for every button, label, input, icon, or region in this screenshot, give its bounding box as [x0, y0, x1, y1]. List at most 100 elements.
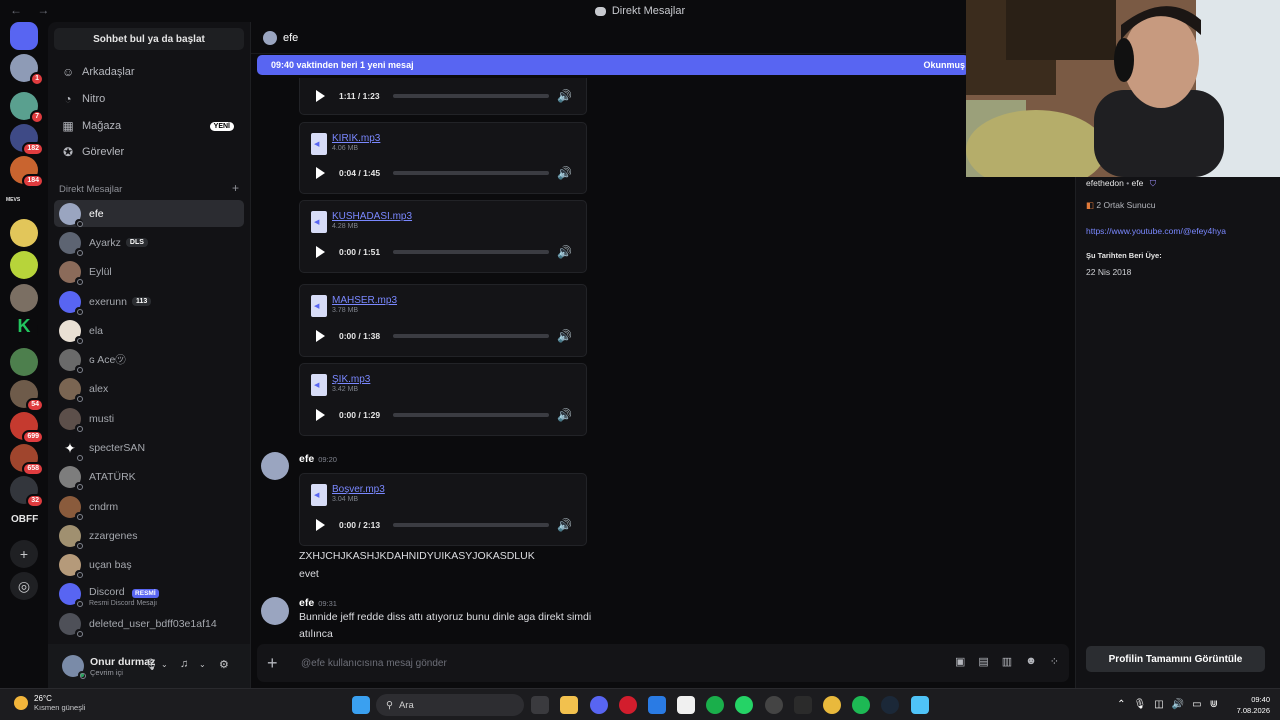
dm-item[interactable]: Discord RESMİ Resmi Discord Mesajı: [54, 578, 244, 610]
nav-shop[interactable]: ▦ Mağaza YENİ: [54, 113, 244, 139]
nav-friends[interactable]: ☺ Arkadaşlar: [54, 59, 244, 85]
server-11[interactable]: 658: [10, 444, 44, 476]
seek-bar[interactable]: [393, 94, 550, 98]
user-avatar[interactable]: [62, 655, 86, 679]
volume-icon[interactable]: 🔊: [557, 166, 572, 180]
dm-item[interactable]: ATATÜRK: [54, 463, 244, 490]
home-button[interactable]: [10, 22, 38, 50]
nav-nitro[interactable]: ◔ Nitro: [54, 86, 244, 112]
store-icon[interactable]: [677, 696, 695, 714]
profile-link[interactable]: https://www.youtube.com/@efey4hya: [1086, 226, 1226, 236]
dm-item[interactable]: ɢ Ace㋡: [54, 346, 244, 373]
message-author[interactable]: efe: [299, 453, 314, 465]
file-link[interactable]: MAHSER.mp3: [332, 295, 397, 306]
dm-item[interactable]: musti: [54, 405, 244, 432]
nav-arrows[interactable]: ← →: [10, 3, 55, 17]
microphone-icon[interactable]: 🎙: [1134, 699, 1147, 710]
file-link[interactable]: Boşver.mp3: [332, 484, 385, 495]
server-8[interactable]: [10, 348, 38, 376]
volume-icon[interactable]: 🔊: [557, 329, 572, 343]
play-icon[interactable]: [316, 409, 325, 421]
sticker-icon[interactable]: ▥: [1002, 655, 1012, 668]
dm-item[interactable]: alex: [54, 375, 244, 402]
epic-games-icon[interactable]: [794, 696, 812, 714]
server-kick[interactable]: K: [10, 316, 38, 344]
discover-icon[interactable]: ◎: [10, 572, 38, 600]
volume-icon[interactable]: 🔊: [1172, 699, 1184, 710]
server-3[interactable]: 182: [10, 124, 44, 156]
attach-plus-icon[interactable]: +: [267, 653, 287, 674]
file-link[interactable]: ŞIK.mp3: [332, 374, 370, 385]
server-5[interactable]: [10, 219, 38, 247]
message-avatar[interactable]: [261, 597, 289, 625]
chevron-up-icon[interactable]: ⌃: [1117, 699, 1125, 710]
server-4[interactable]: 184: [10, 156, 44, 188]
microphone-icon[interactable]: 🎙: [144, 658, 158, 671]
dm-item[interactable]: uçan baş: [54, 551, 244, 578]
chrome-icon[interactable]: [823, 696, 841, 714]
volume-icon[interactable]: 🔊: [557, 408, 572, 422]
server-10[interactable]: 699: [10, 412, 44, 444]
battery-icon[interactable]: ▭: [1192, 699, 1201, 710]
gif-icon[interactable]: ▤: [978, 655, 988, 668]
start-icon[interactable]: [352, 696, 370, 714]
mail-icon[interactable]: [648, 696, 666, 714]
seek-bar[interactable]: [393, 334, 550, 338]
opera-icon[interactable]: [619, 696, 637, 714]
server-7[interactable]: [10, 284, 38, 312]
taskbar-search[interactable]: ⚲ Ara: [376, 694, 524, 716]
weather-widget[interactable]: 26°C Kısmen güneşli: [14, 694, 85, 712]
dm-item[interactable]: efe: [54, 200, 244, 227]
view-full-profile-button[interactable]: Profilin Tamamını Görüntüle: [1086, 646, 1265, 672]
dm-item[interactable]: exerunn 113: [54, 288, 244, 315]
notepad-icon[interactable]: [911, 696, 929, 714]
seek-bar[interactable]: [393, 413, 550, 417]
volume-icon[interactable]: 🔊: [557, 245, 572, 259]
dm-item[interactable]: zzargenes: [54, 522, 244, 549]
server-2[interactable]: 7: [10, 92, 44, 124]
chevron-down-icon[interactable]: ⌄: [161, 660, 168, 669]
dm-item[interactable]: Ayarkz DLS: [54, 229, 244, 256]
mutual-servers[interactable]: ◧ 2 Ortak Sunucu: [1086, 200, 1155, 211]
message-avatar[interactable]: [261, 452, 289, 480]
server-12[interactable]: 32: [10, 476, 44, 508]
dm-item[interactable]: ✦ specterSAN: [54, 434, 244, 461]
obs-icon[interactable]: [765, 696, 783, 714]
find-conversation-button[interactable]: Sohbet bul ya da başlat: [54, 28, 244, 50]
server-9[interactable]: 54: [10, 380, 44, 412]
chevron-down-icon[interactable]: ⌄: [199, 660, 206, 669]
xbox-icon[interactable]: [706, 696, 724, 714]
discord-app-icon[interactable]: [590, 696, 608, 714]
play-icon[interactable]: [316, 167, 325, 179]
new-messages-banner[interactable]: 09:40 vaktinden beri 1 yeni mesaj Okunmu…: [257, 55, 969, 75]
whatsapp-icon[interactable]: [735, 696, 753, 714]
play-icon[interactable]: [316, 519, 325, 531]
file-link[interactable]: KUSHADASI.mp3: [332, 211, 412, 222]
dm-item[interactable]: ela: [54, 317, 244, 344]
play-icon[interactable]: [316, 246, 325, 258]
mark-read-button[interactable]: Okunmuş: [923, 60, 965, 70]
file-explorer-icon[interactable]: [560, 696, 578, 714]
dm-item[interactable]: deleted_user_bdff03e1af14: [54, 610, 244, 637]
play-icon[interactable]: [316, 330, 325, 342]
seek-bar[interactable]: [393, 250, 550, 254]
network-icon[interactable]: ◫: [1154, 699, 1163, 710]
clock[interactable]: 09:40 7.08.2026: [1237, 694, 1270, 716]
settings-gear-icon[interactable]: ⚙: [219, 658, 229, 671]
server-mevs[interactable]: MEVS: [6, 197, 20, 203]
emoji-icon[interactable]: ☻: [1025, 655, 1037, 668]
volume-icon[interactable]: 🔊: [557, 89, 572, 103]
spotify-icon[interactable]: [852, 696, 870, 714]
dm-item[interactable]: Eylül: [54, 258, 244, 285]
volume-icon[interactable]: 🔊: [557, 518, 572, 532]
server-obff[interactable]: OBFF: [11, 514, 38, 525]
file-link[interactable]: KIRIK.mp3: [332, 133, 380, 144]
seek-bar[interactable]: [393, 171, 550, 175]
seek-bar[interactable]: [393, 523, 550, 527]
gift-icon[interactable]: ▣: [955, 655, 965, 668]
steam-icon[interactable]: [881, 696, 899, 714]
add-server-icon[interactable]: +: [10, 540, 38, 568]
task-view-icon[interactable]: [531, 696, 549, 714]
apps-icon[interactable]: ⁘: [1050, 655, 1059, 668]
mixer-icon[interactable]: ⋓: [1210, 699, 1218, 710]
